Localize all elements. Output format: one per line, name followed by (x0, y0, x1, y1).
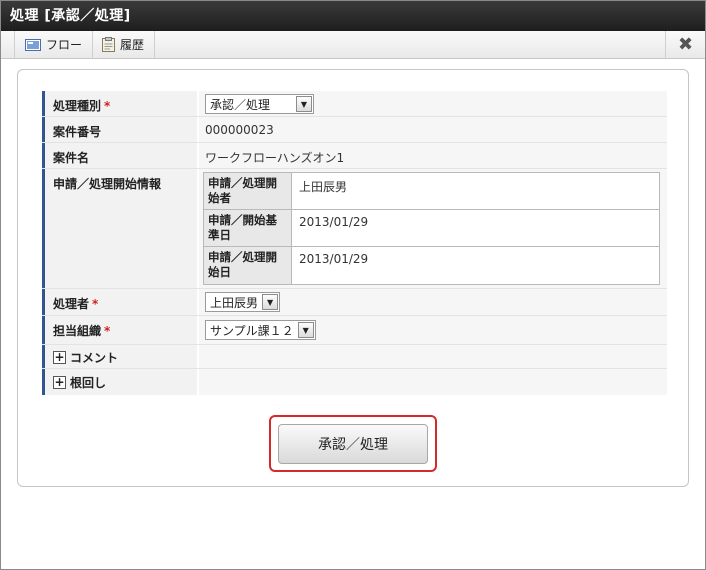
start-info-label: 申請／処理開始情報 (42, 169, 197, 288)
processor-row: 処理者 * 上田辰男 ▼ (42, 289, 667, 316)
process-type-label: 処理種別 * (42, 91, 197, 116)
dialog-title: 処理 [承認／処理] (1, 1, 705, 31)
case-name-label: 案件名 (42, 143, 197, 168)
organization-select[interactable]: サンプル課１２ ▼ (205, 320, 316, 340)
comment-toggle[interactable]: + コメント (53, 349, 197, 366)
close-icon: ✖ (677, 34, 694, 55)
flow-label: フロー (46, 38, 83, 52)
case-number-value: 000000023 (199, 117, 667, 142)
process-dialog: 処理 [承認／処理] フロー 履歴 ✖ 処理種別 * 承認／処理 ▼ 案件番号 … (0, 0, 706, 570)
start-info-subrow: 申請／処理開始日 2013/01/29 (204, 247, 659, 284)
history-button[interactable]: 履歴 (92, 31, 156, 58)
organization-label: 担当組織 * (42, 316, 197, 344)
comment-row: + コメント (42, 345, 667, 369)
case-number-row: 案件番号 000000023 (42, 117, 667, 143)
dropdown-arrow-icon: ▼ (297, 322, 314, 338)
start-info-table: 申請／処理開始者 上田辰男 申請／開始基準日 2013/01/29 申請／処理開… (203, 172, 660, 285)
required-mark: * (92, 297, 99, 311)
start-info-row: 申請／処理開始情報 申請／処理開始者 上田辰男 申請／開始基準日 2013/01… (42, 169, 667, 289)
process-form: 処理種別 * 承認／処理 ▼ 案件番号 000000023 案件名 ワークフローハ… (42, 91, 667, 395)
dropdown-arrow-icon: ▼ (296, 96, 312, 112)
start-info-subrow: 申請／処理開始者 上田辰男 (204, 173, 659, 210)
start-info-subrow: 申請／開始基準日 2013/01/29 (204, 210, 659, 247)
plus-icon: + (53, 350, 66, 364)
required-mark: * (104, 324, 111, 338)
history-label: 履歴 (120, 38, 145, 52)
case-name-value: ワークフローハンズオン1 (199, 143, 667, 168)
submit-button[interactable]: 承認／処理 (278, 424, 428, 464)
nemawashi-row: + 根回し (42, 369, 667, 395)
required-mark: * (104, 99, 111, 113)
close-button[interactable]: ✖ (665, 31, 705, 58)
flow-button[interactable]: フロー (14, 31, 94, 58)
nemawashi-toggle[interactable]: + 根回し (53, 374, 197, 391)
plus-icon: + (53, 375, 66, 389)
dropdown-arrow-icon: ▼ (262, 294, 279, 310)
toolbar: フロー 履歴 ✖ (1, 31, 705, 59)
processor-label: 処理者 * (42, 289, 197, 315)
process-type-row: 処理種別 * 承認／処理 ▼ (42, 91, 667, 117)
clipboard-icon (102, 37, 115, 52)
case-name-row: 案件名 ワークフローハンズオン1 (42, 143, 667, 169)
processor-select[interactable]: 上田辰男 ▼ (205, 292, 281, 312)
process-type-select[interactable]: 承認／処理 ▼ (205, 94, 314, 114)
organization-row: 担当組織 * サンプル課１２ ▼ (42, 316, 667, 345)
case-number-label: 案件番号 (42, 117, 197, 142)
flow-icon (25, 38, 41, 51)
